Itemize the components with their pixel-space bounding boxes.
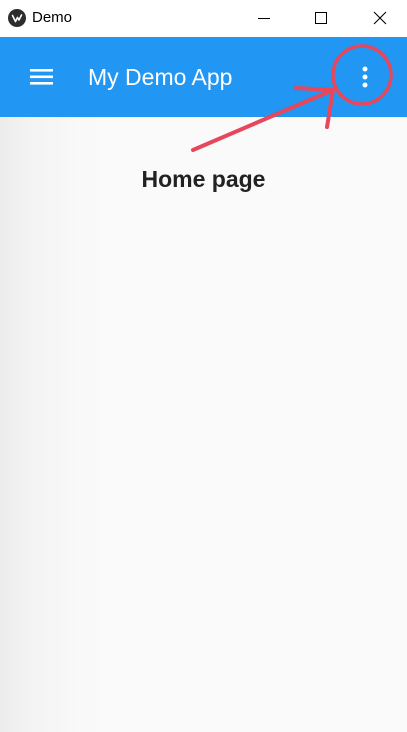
maximize-icon [315,12,327,24]
app-title: My Demo App [88,64,233,90]
window-titlebar: Demo [0,0,407,37]
more-vert-icon [362,66,368,88]
hamburger-menu-icon [30,69,53,85]
window-title: Demo [32,9,73,26]
app-logo-icon [8,9,26,27]
maximize-button[interactable] [296,0,346,37]
close-button[interactable] [355,0,405,37]
close-icon [373,11,387,25]
minimize-icon [258,18,270,19]
overflow-menu-button[interactable] [345,57,385,97]
main-content: Home page [0,117,407,732]
app-toolbar: My Demo App [0,37,407,117]
menu-button[interactable] [22,57,62,97]
minimize-button[interactable] [239,0,289,37]
page-title: Home page [141,166,266,192]
